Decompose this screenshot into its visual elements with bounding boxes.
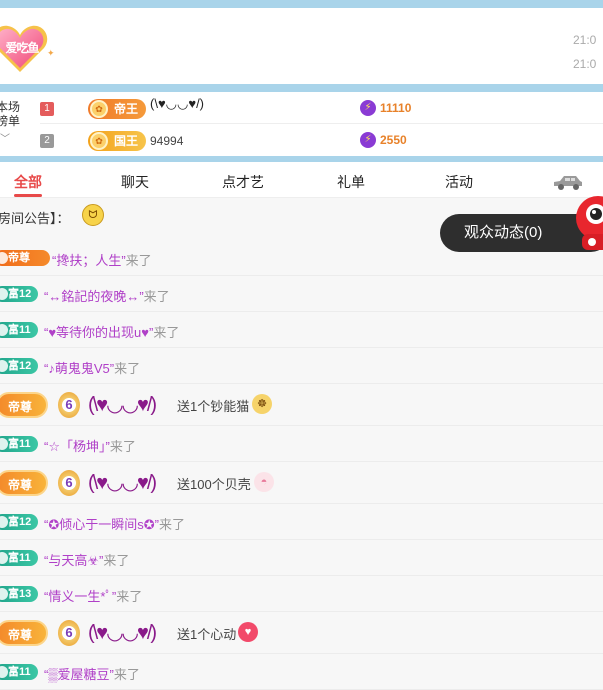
lightning-icon: ⚡ — [360, 100, 376, 116]
gift-message: 帝尊 6 (\♥◡◡♥/) 送100个贝壳 ◓ — [0, 462, 603, 504]
tab-all[interactable]: 全部 — [14, 172, 42, 192]
chat-list[interactable]: 房间公告】： ᗢ 帝尊 “搀扶；人生”来了 富12 “↔銘記的夜晚↔”来了 富1… — [0, 198, 603, 690]
cat-gift-icon: ☸ — [252, 394, 272, 414]
chat-message: 富12 “✪倾心于一瞬间s✪”来了 — [0, 504, 603, 540]
tab-bar: 全部 聊天 点才艺 礼单 活动 — [0, 162, 603, 198]
ranking-row[interactable]: 2 ✿ 国王 94994 ⚡ 2550 — [40, 126, 603, 156]
enter-message: “↔銘記的夜晚↔”来了 — [44, 289, 170, 304]
level-medal: 6 — [58, 470, 80, 496]
grin-emoji-icon: ᗢ — [82, 204, 104, 226]
enter-message: “与天高☣”来了 — [44, 553, 130, 568]
gift-message: 帝尊 6 (\♥◡◡♥/) 送1个心动 ♥ — [0, 612, 603, 654]
chat-message: 富11 “与天高☣”来了 — [0, 540, 603, 576]
gift-text: 送100个贝壳 — [177, 477, 251, 492]
ranking-title[interactable]: 本场榜单 — [0, 100, 22, 128]
tab-chat[interactable]: 聊天 — [121, 172, 149, 192]
enter-message: “☆「杨坤」”来了 — [44, 439, 136, 454]
enter-message: “▒爱屋糖豆”来了 — [44, 667, 140, 682]
active-tab-underline — [14, 194, 42, 197]
enter-message: “♪萌鬼鬼V5”来了 — [44, 361, 141, 376]
chat-message: 富11 “▒爱屋糖豆”来了 — [0, 654, 603, 690]
enter-message: “♥等待你的出现u♥”来了 — [44, 325, 180, 340]
timestamps: 21:0 21:0 — [573, 28, 603, 76]
chevron-down-icon[interactable]: ﹀ — [0, 130, 10, 145]
gift-text: 送1个钞能猫 — [177, 399, 250, 414]
badge-label: 帝王 — [114, 102, 139, 116]
sparkle-icon: ✦ — [47, 48, 55, 58]
top-banner: 爱吃鱼 ✦ 21:0 21:0 — [0, 8, 603, 86]
level-medal: 6 — [58, 392, 80, 418]
tab-talent[interactable]: 点才艺 — [222, 172, 264, 192]
badge-label: 国王 — [114, 134, 139, 148]
emperor-badge: 帝尊 — [0, 250, 50, 266]
ranking-score: ⚡ 2550 — [360, 132, 407, 148]
wealth-level-badge: 富12 — [0, 514, 38, 530]
coin-icon: ✿ — [90, 100, 108, 118]
ranking-panel: 本场榜单 ﹀ 1 ✿ 帝王 (\♥◡◡♥/) ⚡ 11110 2 ✿ 国王 94… — [0, 92, 603, 156]
emperor-badge: 帝尊 — [0, 470, 48, 496]
wealth-level-badge: 富11 — [0, 664, 38, 680]
chat-message: 富12 “↔銘記的夜晚↔”来了 — [0, 276, 603, 312]
gift-text: 送1个心动 — [177, 627, 237, 642]
chat-message: 富11 “♥等待你的出现u♥”来了 — [0, 312, 603, 348]
wealth-level-badge: 富11 — [0, 550, 38, 566]
rank-number: 2 — [40, 134, 54, 148]
enter-message: “搀扶；人生”来了 — [52, 253, 152, 268]
ranking-row[interactable]: 1 ✿ 帝王 (\♥◡◡♥/) ⚡ 11110 — [40, 94, 603, 124]
emperor-badge: ✿ 帝王 — [88, 99, 146, 119]
level-medal: 6 — [58, 620, 80, 646]
timestamp: 21:0 — [573, 57, 597, 71]
heart-badge-label: 爱吃鱼 — [5, 41, 39, 55]
wealth-level-badge: 富13 — [0, 586, 38, 602]
room-notice-label: 房间公告】： — [0, 211, 70, 226]
king-badge: ✿ 国王 — [88, 131, 146, 151]
score-value: 2550 — [380, 133, 407, 147]
user-name[interactable]: (\♥◡◡♥/) — [88, 470, 157, 495]
gift-message: 帝尊 6 (\♥◡◡♥/) 送1个钞能猫 ☸ — [0, 384, 603, 426]
timestamp: 21:0 — [573, 33, 597, 47]
ranking-score: ⚡ 11110 — [360, 100, 412, 116]
tab-activity[interactable]: 活动 — [445, 172, 473, 192]
divider-bar — [0, 84, 603, 92]
mascot-icon[interactable] — [572, 192, 603, 258]
wealth-level-badge: 富11 — [0, 436, 38, 452]
tab-gift-list[interactable]: 礼单 — [337, 172, 365, 192]
enter-message: “✪倾心于一瞬间s✪”来了 — [44, 517, 185, 532]
heart-gift-icon: ♥ — [238, 622, 258, 642]
ranking-user-name: 94994 — [150, 134, 184, 148]
user-name[interactable]: (\♥◡◡♥/) — [88, 620, 157, 645]
score-value: 11110 — [380, 101, 412, 115]
chat-message: 富11 “☆「杨坤」”来了 — [0, 426, 603, 462]
coin-icon: ✿ — [90, 132, 108, 150]
shell-gift-icon: ◓ — [254, 472, 274, 492]
enter-message: “情义一生*ﾟ”来了 — [44, 589, 143, 604]
chat-message: 富12 “♪萌鬼鬼V5”来了 — [0, 348, 603, 384]
wealth-level-badge: 富11 — [0, 322, 38, 338]
car-icon[interactable] — [552, 174, 584, 190]
top-strip — [0, 0, 603, 8]
ranking-user-name: (\♥◡◡♥/) — [150, 96, 205, 111]
user-name[interactable]: (\♥◡◡♥/) — [88, 392, 157, 417]
chat-message: 富13 “情义一生*ﾟ”来了 — [0, 576, 603, 612]
lightning-icon: ⚡ — [360, 132, 376, 148]
emperor-badge: 帝尊 — [0, 392, 48, 418]
wealth-level-badge: 富12 — [0, 358, 38, 374]
wealth-level-badge: 富12 — [0, 286, 38, 302]
emperor-badge: 帝尊 — [0, 620, 48, 646]
rank-number: 1 — [40, 102, 54, 116]
